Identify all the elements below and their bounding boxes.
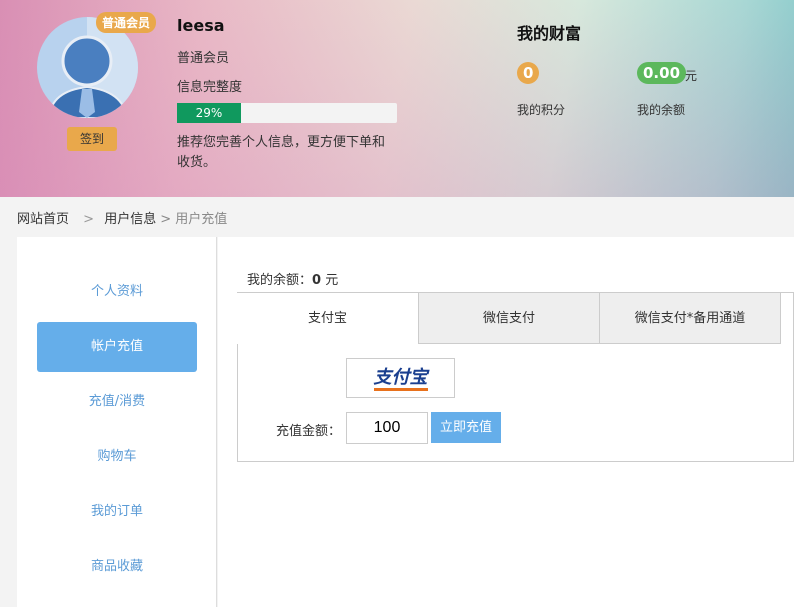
my-balance-value: 0 [312,273,322,288]
sidebar-item-transactions[interactable]: 充值/消费 [37,377,197,427]
completeness-label: 信息完整度 [177,80,243,95]
sidebar-item-recharge[interactable]: 帐户充值 [37,322,197,372]
username: leesa [177,16,225,35]
sign-in-button[interactable]: 签到 [67,127,117,151]
tab-wechat-pay[interactable]: 微信支付 [418,293,599,344]
member-level: 普通会员 [177,51,230,66]
sidebar-item-favorites[interactable]: 商品收藏 [37,542,197,592]
tab-alipay[interactable]: 支付宝 [237,293,418,344]
amount-input[interactable] [346,412,428,444]
recharge-now-button[interactable]: 立即充值 [431,412,501,443]
balance-label: 我的余额 [637,103,686,117]
breadcrumb-user-info[interactable]: 用户信息 [104,212,156,227]
my-balance-unit: 元 [321,273,339,288]
amount-label: 充值金额： [276,424,342,439]
breadcrumb: 网站首页 > 用户信息 > 用户充值 [17,208,231,227]
sidebar-item-profile[interactable]: 个人资料 [37,267,197,317]
wealth-title: 我的财富 [517,24,582,43]
breadcrumb-current: > 用户充值 [160,212,228,227]
my-balance-label: 我的余额： [247,273,313,288]
points-label: 我的积分 [517,103,566,117]
balance-value: 0.00 [637,62,687,84]
alipay-logo[interactable]: 支付宝 [346,358,455,398]
balance-unit: 元 [685,69,698,83]
breadcrumb-home[interactable]: 网站首页 [17,212,69,227]
sidebar-item-orders[interactable]: 我的订单 [37,487,197,537]
sidebar-item-cart[interactable]: 购物车 [37,432,197,482]
member-level-badge: 普通会员 [96,12,157,33]
profile-tip: 推荐您完善个人信息，更方便下单和收货。 [177,135,386,170]
recharge-panel: 我的余额：0 元 支付宝 微信支付 微信支付*备用通道 支付宝 充值金额： 立即… [218,237,794,607]
breadcrumb-separator: > [83,212,95,227]
my-balance: 我的余额：0 元 [247,269,338,288]
progress-fill: 29% [177,103,241,123]
tab-wechat-pay-backup[interactable]: 微信支付*备用通道 [599,293,781,344]
completeness-progress: 29% [177,103,397,123]
payment-tabs: 支付宝 微信支付 微信支付*备用通道 支付宝 充值金额： 立即充值 [237,292,794,462]
sidebar: 个人资料 帐户充值 充值/消费 购物车 我的订单 商品收藏 [17,237,217,607]
alipay-logo-text: 支付宝 [373,367,428,391]
